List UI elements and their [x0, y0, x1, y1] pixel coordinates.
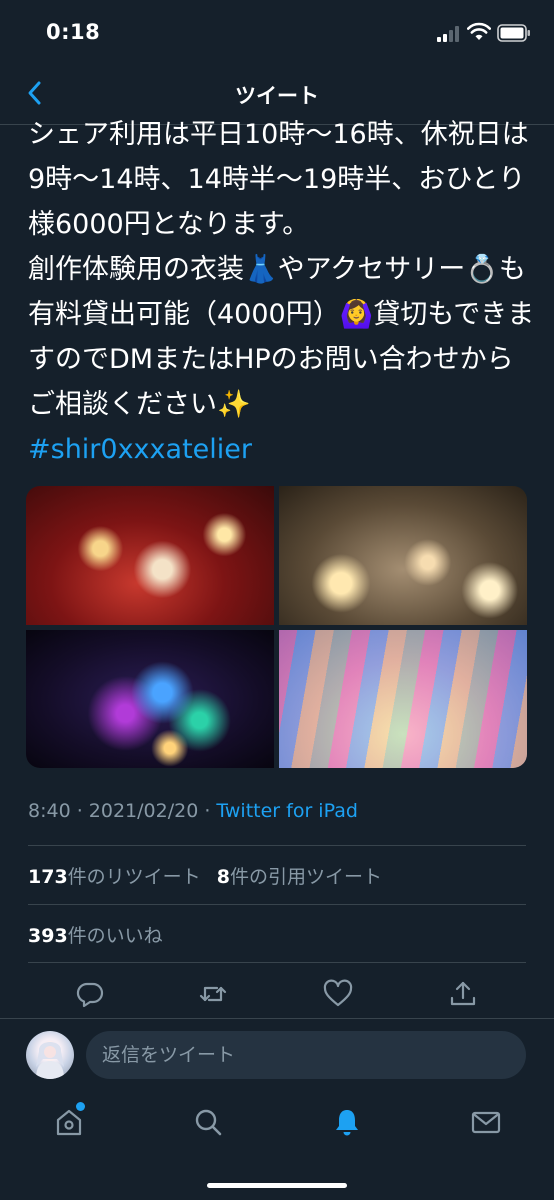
- mail-icon[interactable]: [470, 1106, 502, 1138]
- share-icon[interactable]: [447, 978, 479, 1010]
- likes-label: 件のいいね: [67, 925, 163, 947]
- reply-input[interactable]: [86, 1031, 526, 1079]
- tweet-source-link[interactable]: Twitter for iPad: [216, 800, 357, 822]
- likes-stat[interactable]: 393件のいいね: [28, 925, 163, 947]
- media-image-4[interactable]: [279, 630, 527, 768]
- media-image-3[interactable]: [26, 630, 274, 768]
- retweets-count: 173: [28, 866, 68, 888]
- quotes-label: 件の引用ツイート: [229, 866, 382, 888]
- quotes-stat[interactable]: 8件の引用ツイート: [217, 866, 382, 888]
- stats-row-retweets: 173件のリツイート 8件の引用ツイート: [28, 862, 382, 889]
- retweets-stat[interactable]: 173件のリツイート: [28, 866, 201, 888]
- hashtag-link[interactable]: #shir0xxxatelier: [28, 434, 252, 465]
- home-indicator: [207, 1183, 347, 1188]
- retweets-label: 件のリツイート: [67, 866, 201, 888]
- wifi-icon: [467, 22, 491, 40]
- quotes-count: 8: [216, 866, 230, 888]
- tweet-text: シェア利用は平日10時〜16時、休祝日は9時〜14時、14時半〜19時半、おひと…: [28, 112, 538, 472]
- media-image-2[interactable]: [279, 486, 527, 625]
- tweet-meta: 8:40 · 2021/02/20 · Twitter for iPad: [28, 800, 358, 822]
- divider: [28, 845, 526, 846]
- status-time: 0:18: [46, 20, 101, 44]
- divider: [28, 962, 526, 963]
- likes-count: 393: [28, 925, 68, 947]
- divider: [28, 904, 526, 905]
- bell-icon[interactable]: [331, 1106, 363, 1138]
- retweet-icon[interactable]: [197, 978, 229, 1010]
- avatar[interactable]: [26, 1031, 74, 1079]
- avatar-figure: [36, 1041, 64, 1079]
- page-title: ツイート: [235, 84, 319, 108]
- heart-icon[interactable]: [322, 978, 354, 1010]
- status-bar: 0:18: [0, 0, 554, 64]
- search-icon[interactable]: [192, 1106, 224, 1138]
- reply-icon[interactable]: [74, 978, 106, 1010]
- reply-bar: [0, 1018, 554, 1091]
- media-image-1[interactable]: [26, 486, 274, 625]
- notification-dot: [76, 1102, 85, 1111]
- stats-row-likes: 393件のいいね: [28, 921, 163, 948]
- signal-icon: [437, 26, 459, 42]
- media-grid: [26, 486, 527, 768]
- tweet-body: シェア利用は平日10時〜16時、休祝日は9時〜14時、14時半〜19時半、おひと…: [28, 119, 535, 420]
- tweet-timestamp: 8:40 · 2021/02/20 ·: [28, 800, 217, 822]
- battery-icon: [497, 24, 530, 42]
- tweet-actions: [0, 972, 554, 1016]
